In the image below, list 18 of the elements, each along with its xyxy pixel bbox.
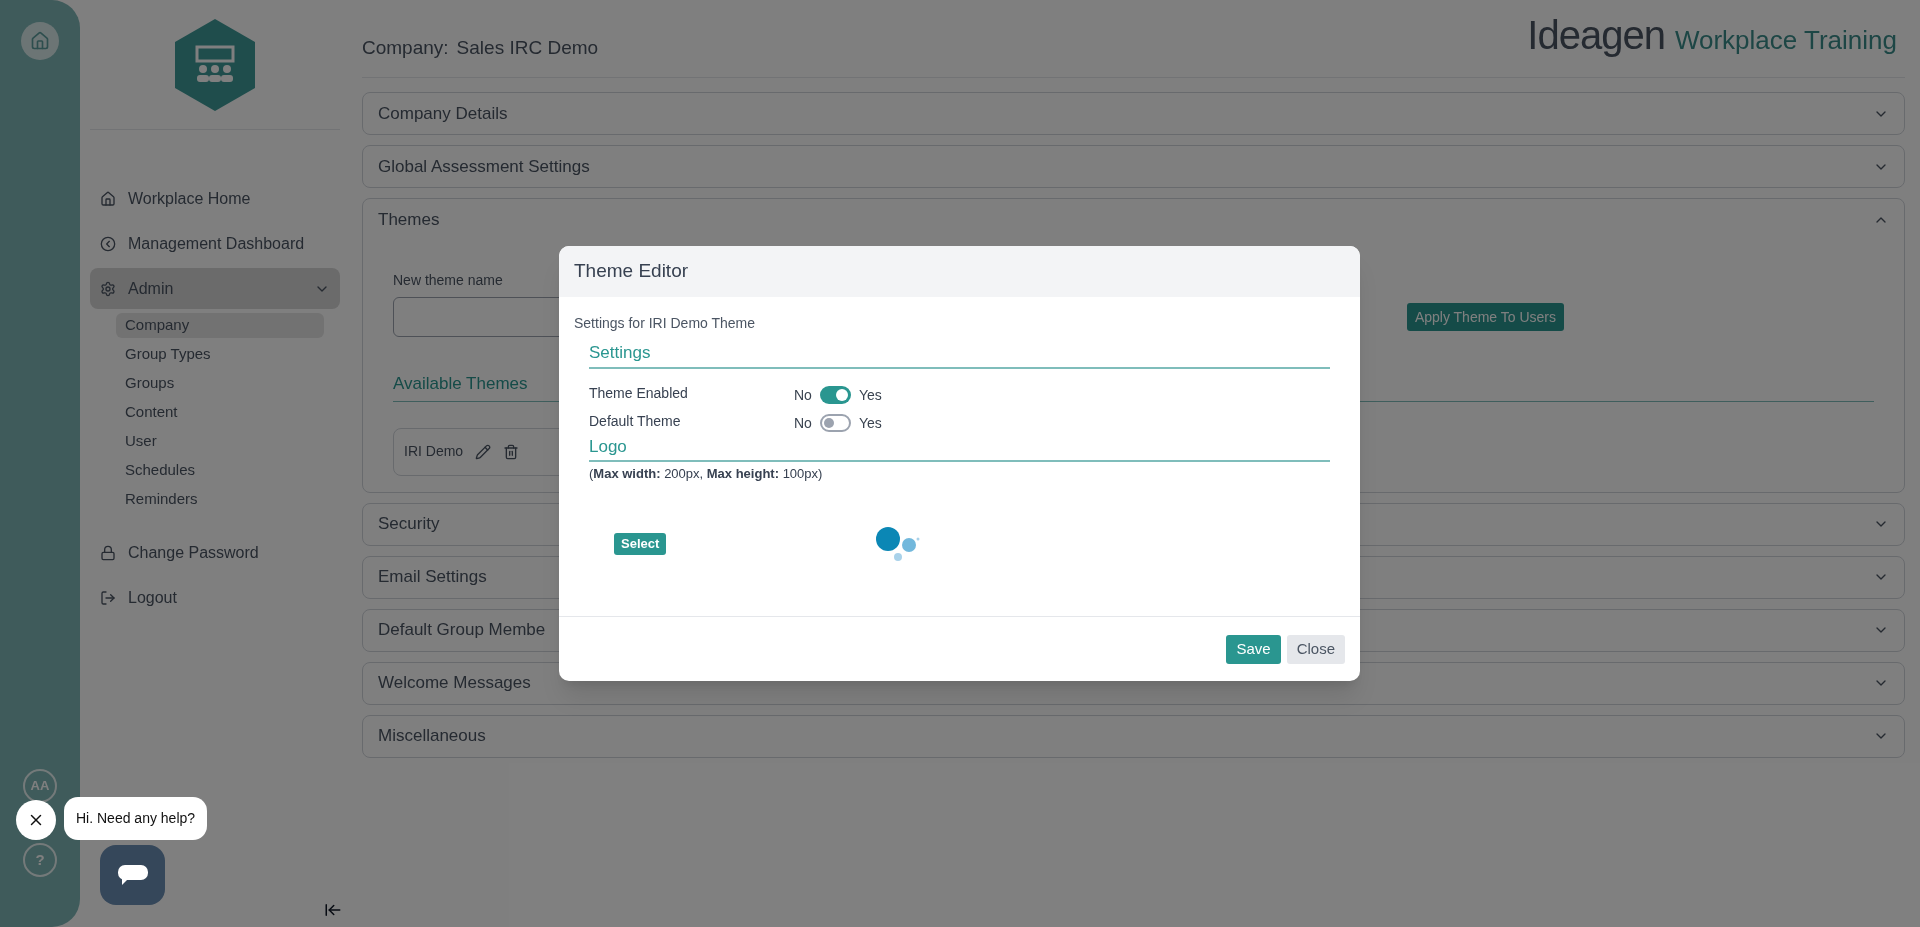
toggle-off-label: No [794, 385, 812, 405]
chat-bubble: Hi. Need any help? [64, 797, 208, 840]
toggle-on-label: Yes [858, 413, 882, 433]
company-name: Sales IRC Demo [456, 36, 599, 61]
settings-heading: Settings [589, 340, 1330, 369]
logo-size-note: (Max width: 200px, Max height: 100px) [589, 465, 824, 483]
toggle-on-label: Yes [858, 385, 882, 405]
dialog-title: Theme Editor [574, 259, 689, 284]
dialog-subtitle: Settings for IRI Demo Theme [574, 314, 757, 333]
toggle-off-label: No [794, 413, 812, 433]
company-label: Company: [362, 36, 449, 61]
brand-logo: Ideagen [1527, 14, 1665, 55]
field-label: New theme name [393, 271, 503, 290]
theme-name: IRI Demo [404, 442, 464, 461]
setting-label: Default Theme [589, 411, 682, 431]
setting-label: Theme Enabled [589, 383, 689, 403]
logo-heading: Logo [589, 433, 1330, 462]
product-name: Workplace Training [1674, 26, 1897, 53]
